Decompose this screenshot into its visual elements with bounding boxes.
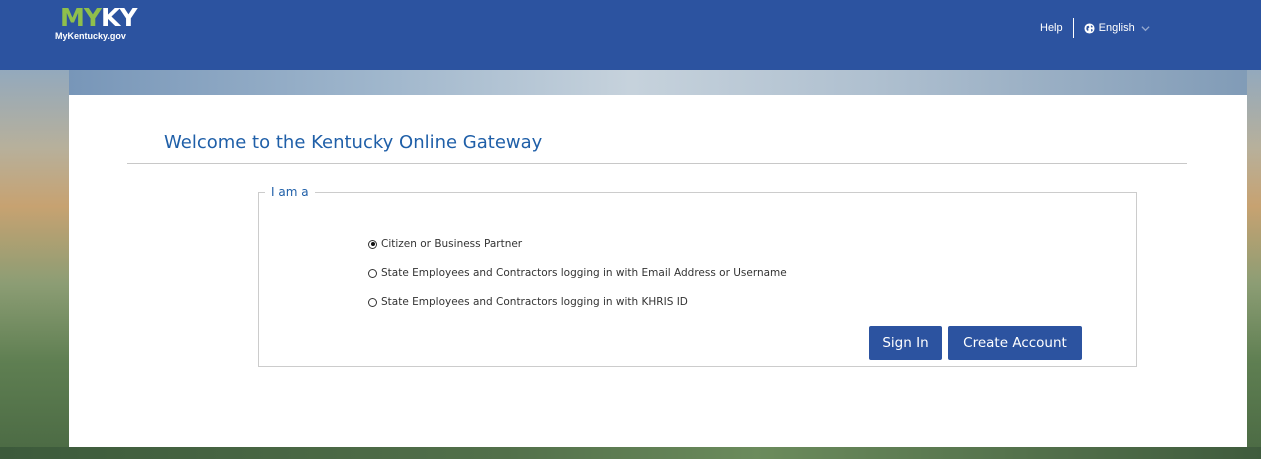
top-navigation-bar: MYKY MyKentucky.gov Help English xyxy=(0,0,1261,70)
logo-text-ky: KY xyxy=(100,3,137,32)
role-option-employee-email[interactable]: State Employees and Contractors logging … xyxy=(368,266,787,280)
hero-background-right xyxy=(1247,70,1261,459)
role-option-citizen[interactable]: Citizen or Business Partner xyxy=(368,237,787,251)
language-label: English xyxy=(1098,22,1135,34)
role-option-label: State Employees and Contractors logging … xyxy=(381,267,787,279)
hero-background-left xyxy=(0,70,69,459)
language-selector[interactable]: English xyxy=(1084,22,1150,34)
sign-in-button[interactable]: Sign In xyxy=(869,326,942,360)
role-option-employee-khris[interactable]: State Employees and Contractors logging … xyxy=(368,295,787,309)
role-option-label: Citizen or Business Partner xyxy=(381,238,523,250)
title-divider xyxy=(127,163,1187,164)
role-option-label: State Employees and Contractors logging … xyxy=(381,296,688,308)
globe-icon xyxy=(1084,22,1095,34)
role-selection-group: I am a Citizen or Business Partner State… xyxy=(258,185,1137,367)
role-options: Citizen or Business Partner State Employ… xyxy=(368,237,787,324)
radio-employee-email[interactable] xyxy=(368,268,377,278)
header-divider xyxy=(1072,18,1074,38)
logo-text-my: MY xyxy=(60,3,102,32)
role-legend: I am a xyxy=(271,185,309,199)
logo-mark: MYKY xyxy=(60,3,137,32)
chevron-down-icon xyxy=(1141,25,1150,31)
hero-background-bottom xyxy=(0,447,1261,459)
radio-citizen[interactable] xyxy=(368,239,377,249)
page-title: Welcome to the Kentucky Online Gateway xyxy=(164,132,543,153)
create-account-button[interactable]: Create Account xyxy=(948,326,1082,360)
mykentucky-logo[interactable]: MYKY MyKentucky.gov xyxy=(55,5,145,45)
radio-employee-khris[interactable] xyxy=(368,297,377,307)
help-link[interactable]: Help xyxy=(1040,22,1063,34)
header-links: Help English xyxy=(1040,18,1150,38)
login-card: Welcome to the Kentucky Online Gateway I… xyxy=(69,95,1247,447)
hero-background-top xyxy=(0,70,1261,95)
logo-subtitle: MyKentucky.gov xyxy=(55,31,126,41)
